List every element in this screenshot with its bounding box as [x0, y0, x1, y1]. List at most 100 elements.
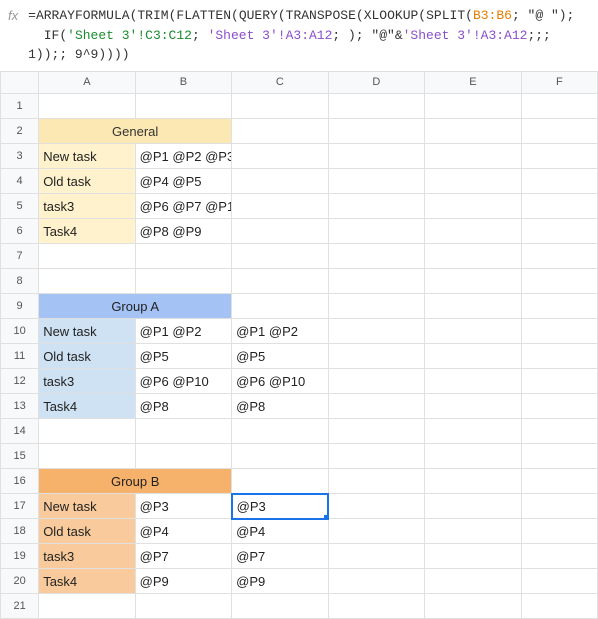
- cell[interactable]: [328, 144, 424, 169]
- cell[interactable]: [425, 494, 521, 519]
- cell[interactable]: New task: [39, 319, 135, 344]
- cell[interactable]: [425, 269, 521, 294]
- col-header[interactable]: D: [328, 72, 424, 94]
- cell[interactable]: [425, 219, 521, 244]
- section-header-general[interactable]: General: [39, 119, 232, 144]
- selection-handle-icon[interactable]: [324, 515, 328, 519]
- cell[interactable]: [521, 144, 597, 169]
- cell[interactable]: [328, 494, 424, 519]
- row-header[interactable]: 12: [1, 369, 39, 394]
- cell[interactable]: [425, 144, 521, 169]
- cell[interactable]: New task: [39, 144, 135, 169]
- cell[interactable]: @P5: [232, 344, 328, 369]
- row-header[interactable]: 14: [1, 419, 39, 444]
- cell[interactable]: @P1 @P2 @P3: [135, 144, 231, 169]
- row-header[interactable]: 17: [1, 494, 39, 519]
- col-header[interactable]: C: [232, 72, 328, 94]
- cell[interactable]: New task: [39, 494, 135, 519]
- cell[interactable]: [135, 444, 231, 469]
- cell[interactable]: [425, 569, 521, 594]
- cell[interactable]: [521, 244, 597, 269]
- cell[interactable]: @P9: [232, 569, 328, 594]
- selected-cell[interactable]: @P3: [232, 494, 328, 519]
- cell[interactable]: [521, 369, 597, 394]
- cell[interactable]: @P6 @P10: [232, 369, 328, 394]
- cell[interactable]: [39, 269, 135, 294]
- cell[interactable]: @P7: [232, 544, 328, 569]
- cell[interactable]: [232, 594, 328, 619]
- row-header[interactable]: 21: [1, 594, 39, 619]
- cell[interactable]: [232, 419, 328, 444]
- formula-bar[interactable]: fx =ARRAYFORMULA(TRIM(FLATTEN(QUERY(TRAN…: [0, 0, 598, 72]
- cell[interactable]: [521, 419, 597, 444]
- spreadsheet-grid[interactable]: A B C D E F 1 2General 3New task@P1 @P2 …: [0, 72, 598, 619]
- section-header-groupb[interactable]: Group B: [39, 469, 232, 494]
- cell[interactable]: [328, 444, 424, 469]
- cell[interactable]: [328, 294, 424, 319]
- cell[interactable]: [425, 469, 521, 494]
- cell[interactable]: [232, 169, 328, 194]
- row-header[interactable]: 13: [1, 394, 39, 419]
- cell[interactable]: [521, 444, 597, 469]
- row-header[interactable]: 4: [1, 169, 39, 194]
- cell[interactable]: [425, 419, 521, 444]
- cell[interactable]: [328, 219, 424, 244]
- row-header[interactable]: 8: [1, 269, 39, 294]
- row-header[interactable]: 11: [1, 344, 39, 369]
- formula-text[interactable]: =ARRAYFORMULA(TRIM(FLATTEN(QUERY(TRANSPO…: [28, 6, 590, 65]
- cell[interactable]: [328, 569, 424, 594]
- cell[interactable]: [39, 94, 135, 119]
- cell[interactable]: [328, 594, 424, 619]
- cell[interactable]: [425, 294, 521, 319]
- cell[interactable]: [425, 544, 521, 569]
- cell[interactable]: [328, 394, 424, 419]
- row-header[interactable]: 20: [1, 569, 39, 594]
- cell[interactable]: [232, 469, 328, 494]
- cell[interactable]: [39, 594, 135, 619]
- cell[interactable]: [232, 219, 328, 244]
- cell[interactable]: [425, 94, 521, 119]
- cell[interactable]: task3: [39, 369, 135, 394]
- cell[interactable]: [521, 169, 597, 194]
- cell[interactable]: [328, 244, 424, 269]
- cell[interactable]: [328, 544, 424, 569]
- cell[interactable]: [521, 569, 597, 594]
- row-header[interactable]: 9: [1, 294, 39, 319]
- cell[interactable]: [39, 419, 135, 444]
- row-header[interactable]: 15: [1, 444, 39, 469]
- cell[interactable]: task3: [39, 194, 135, 219]
- cell[interactable]: [328, 369, 424, 394]
- cell[interactable]: [232, 269, 328, 294]
- cell[interactable]: [232, 144, 328, 169]
- cell[interactable]: task3: [39, 544, 135, 569]
- cell[interactable]: [232, 294, 328, 319]
- cell[interactable]: @P9: [135, 569, 231, 594]
- cell[interactable]: [135, 269, 231, 294]
- cell[interactable]: [232, 444, 328, 469]
- cell[interactable]: [232, 94, 328, 119]
- cell[interactable]: [232, 244, 328, 269]
- cell[interactable]: [328, 169, 424, 194]
- cell[interactable]: [135, 594, 231, 619]
- row-header[interactable]: 19: [1, 544, 39, 569]
- row-header[interactable]: 10: [1, 319, 39, 344]
- cell[interactable]: @P3: [135, 494, 231, 519]
- col-header[interactable]: A: [39, 72, 135, 94]
- cell[interactable]: [425, 594, 521, 619]
- cell[interactable]: [425, 169, 521, 194]
- col-header[interactable]: B: [135, 72, 231, 94]
- row-header[interactable]: 5: [1, 194, 39, 219]
- cell[interactable]: [521, 219, 597, 244]
- cell[interactable]: Old task: [39, 344, 135, 369]
- cell[interactable]: [521, 394, 597, 419]
- cell[interactable]: @P8 @P9: [135, 219, 231, 244]
- cell[interactable]: [425, 319, 521, 344]
- cell[interactable]: [425, 344, 521, 369]
- cell[interactable]: @P8: [135, 394, 231, 419]
- cell[interactable]: [328, 344, 424, 369]
- cell[interactable]: [521, 294, 597, 319]
- cell[interactable]: [425, 444, 521, 469]
- col-header[interactable]: E: [425, 72, 521, 94]
- cell[interactable]: [521, 494, 597, 519]
- cell[interactable]: [521, 344, 597, 369]
